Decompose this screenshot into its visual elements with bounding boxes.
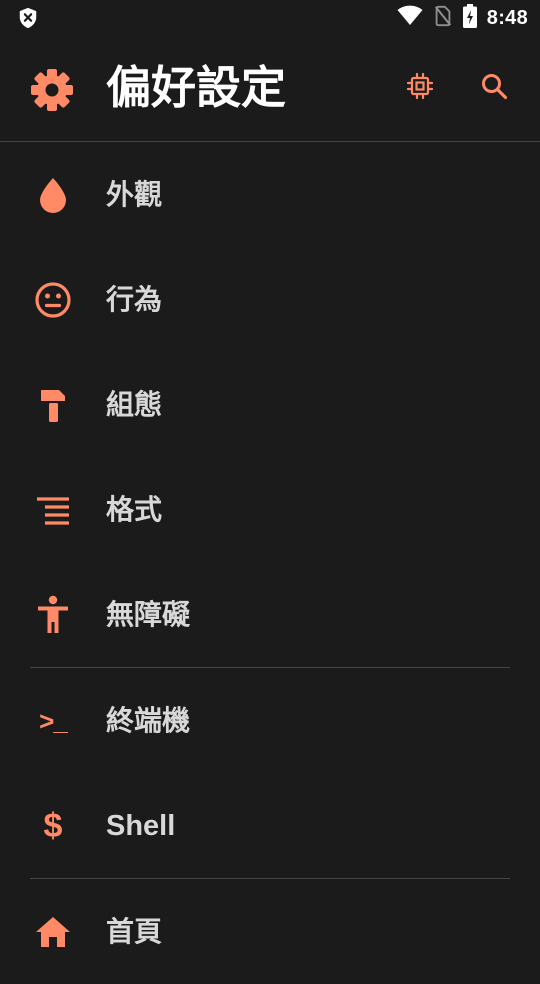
status-time: 8:48 — [486, 6, 528, 29]
water-drop-icon — [30, 176, 76, 214]
accessibility-icon — [30, 595, 76, 634]
battery-charging-icon — [462, 4, 477, 32]
pref-item-terminal[interactable]: >_ 終端機 — [0, 668, 540, 773]
chip-icon — [406, 72, 434, 104]
pref-item-accessibility[interactable]: 無障礙 — [0, 562, 540, 667]
hammer-icon — [30, 386, 76, 424]
shield-x-icon — [17, 7, 39, 29]
pref-item-label: 無障礙 — [106, 598, 191, 631]
pref-item-configuration[interactable]: 組態 — [0, 352, 540, 457]
pref-item-shell[interactable]: $ Shell — [0, 773, 540, 878]
pref-item-label: Shell — [106, 810, 176, 842]
app-bar: 偏好設定 — [0, 36, 540, 141]
neutral-face-icon — [30, 281, 76, 319]
pref-item-format[interactable]: 格式 — [0, 457, 540, 562]
pref-item-behavior[interactable]: 行為 — [0, 247, 540, 352]
pref-item-label: 格式 — [106, 493, 163, 526]
pref-item-label: 組態 — [106, 388, 163, 421]
chip-button[interactable] — [398, 66, 442, 110]
pref-item-label: 首頁 — [106, 915, 163, 948]
wifi-icon — [397, 5, 423, 31]
page-title: 偏好設定 — [106, 61, 287, 114]
terminal-icon: >_ — [39, 705, 68, 736]
no-sim-icon — [433, 5, 453, 31]
gear-icon[interactable] — [28, 66, 76, 114]
status-bar: 8:48 — [0, 0, 540, 36]
pref-item-label: 外觀 — [106, 178, 163, 211]
search-button[interactable] — [472, 66, 516, 110]
pref-item-label: 行為 — [106, 283, 163, 316]
dollar-icon: $ — [43, 806, 63, 845]
pref-item-home[interactable]: 首頁 — [0, 879, 540, 984]
pref-item-label: 終端機 — [106, 704, 191, 737]
search-icon — [480, 72, 508, 104]
home-icon — [30, 913, 76, 951]
pref-item-appearance[interactable]: 外觀 — [0, 142, 540, 247]
format-list-icon — [30, 491, 76, 529]
